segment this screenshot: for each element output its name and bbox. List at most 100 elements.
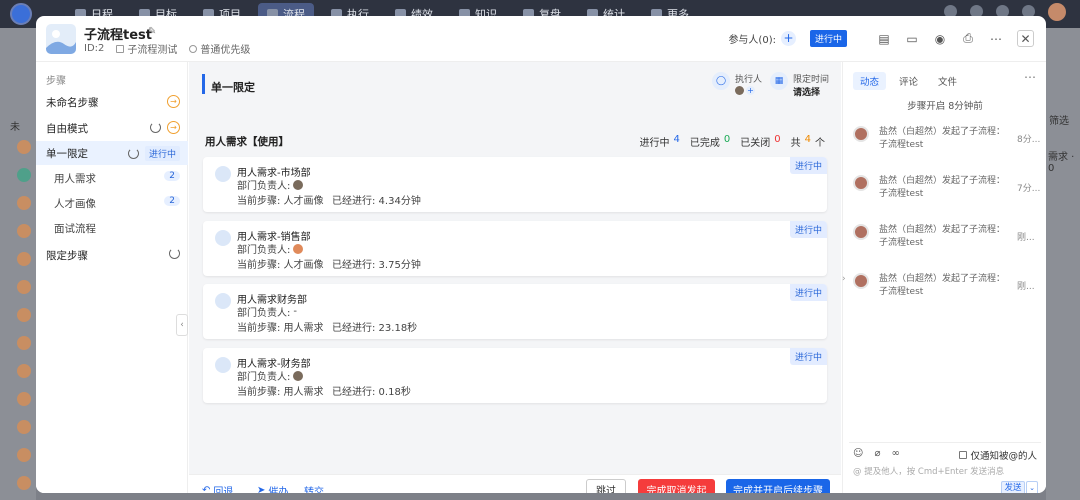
- subprocess-status-badge: 进行中: [789, 221, 827, 238]
- activity-item: 盐然（白超然）发起了子流程：子流程test 刚...: [853, 224, 1043, 254]
- deadline-selector[interactable]: ▦ 限定时间 请选择: [770, 72, 829, 98]
- step-count: 2: [164, 196, 180, 206]
- process-avatar: [46, 24, 76, 54]
- background-filter-label: 筛选: [1049, 116, 1069, 127]
- process-detail-modal: 子流程test ✎ ID:2 子流程测试 普通优先级 参与人(0): + 进行中…: [36, 16, 1046, 493]
- complete-and-start-next-button[interactable]: 完成并开启后续步骤: [726, 479, 830, 493]
- owner-avatar: [293, 243, 304, 254]
- background-avatar: [17, 196, 31, 210]
- step-item-interview[interactable]: 面试流程: [36, 216, 188, 240]
- checkbox[interactable]: [959, 451, 968, 459]
- step-opened-note: 步骤开启 8分钟前: [907, 101, 983, 112]
- activity-text: 盐然（白超然）发起了子流程：子流程test: [879, 225, 1006, 248]
- print-icon[interactable]: ⎙: [961, 31, 975, 46]
- subprocess-status-badge: 进行中: [789, 348, 827, 365]
- subprocess-elapsed: 已经进行: 4.34分钟: [332, 196, 421, 207]
- step-item-hiring-demand[interactable]: 用人需求 2: [36, 166, 188, 190]
- tab-activity[interactable]: 动态: [853, 72, 887, 90]
- user-icon[interactable]: ◉: [933, 32, 947, 46]
- participants-label: 参与人(0):: [728, 35, 776, 46]
- cycle-icon: [127, 148, 139, 159]
- owner-avatar: [293, 370, 304, 381]
- tab-files[interactable]: 文件: [931, 72, 964, 90]
- stage-accent-bar: [202, 74, 205, 94]
- chevron-down-icon[interactable]: ⌄: [1026, 481, 1038, 493]
- stat-label: 已关闭: [740, 138, 771, 149]
- activity-item: 盐然（白超然）发起了子流程：子流程test 8分...: [853, 126, 1043, 156]
- tab-comments[interactable]: 评论: [892, 72, 925, 90]
- add-executor-icon[interactable]: +: [746, 86, 755, 95]
- user-avatar: [853, 273, 869, 289]
- stat-total: 4: [804, 134, 811, 145]
- stat-label: 进行中: [639, 138, 670, 149]
- rollback-button[interactable]: ↶ 回退: [202, 483, 233, 493]
- activity-item: 盐然（白超然）发起了子流程：子流程test 刚...: [853, 273, 1043, 303]
- process-meta: ID:2 子流程测试 普通优先级: [84, 41, 250, 56]
- activity-tabs: 动态 评论 文件: [853, 72, 964, 90]
- arrow-right-icon: →: [167, 121, 180, 134]
- stat-label: 共: [790, 138, 801, 149]
- step-item-talent-profile[interactable]: 人才画像 2: [36, 191, 188, 215]
- priority-icon: [189, 44, 198, 53]
- background-label: 未: [10, 122, 20, 133]
- user-avatar[interactable]: [1048, 3, 1066, 21]
- background-avatar: [17, 224, 31, 238]
- expand-arrow-icon[interactable]: ›: [842, 274, 846, 284]
- subprocess-card[interactable]: 用人需求-财务部 部门负责人: 当前步骤: 用人需求 已经进行: 0.18秒 进…: [203, 348, 827, 403]
- step-item-single-limited[interactable]: 单一限定 进行中: [36, 141, 188, 165]
- background-avatar: [17, 280, 31, 294]
- edit-pencil-icon[interactable]: ✎: [148, 26, 156, 37]
- deadline-label: 限定时间: [793, 75, 830, 85]
- send-icon: ➤: [257, 485, 266, 493]
- background-avatar: [17, 252, 31, 266]
- transfer-button[interactable]: 转交: [304, 483, 324, 493]
- step-item-free-mode[interactable]: 自由模式 →: [36, 116, 188, 140]
- subprocess-owner: 部门负责人:: [237, 368, 304, 383]
- app-logo: [10, 3, 32, 25]
- modal-header: 子流程test ✎ ID:2 子流程测试 普通优先级 参与人(0): + 进行中…: [36, 16, 1046, 62]
- subprocess-stats: 进行中 4 已完成 0 已关闭 0 共4个: [640, 134, 826, 149]
- activity-item: 盐然（白超然）发起了子流程：子流程test 7分...: [853, 175, 1043, 205]
- step-item-limited-step[interactable]: 限定步骤: [36, 243, 188, 267]
- background-avatar: [17, 392, 31, 406]
- subprocess-current-step: 当前步骤: 人才画像: [237, 196, 324, 207]
- activity-time: 刚...: [1017, 233, 1035, 243]
- background-avatar: [17, 336, 31, 350]
- subprocess-card[interactable]: 用人需求-销售部 部门负责人: 当前步骤: 人才画像 已经进行: 3.75分钟 …: [203, 221, 827, 276]
- activity-text: 盐然（白超然）发起了子流程：子流程test: [879, 176, 1006, 199]
- more-icon[interactable]: ⋯: [1024, 70, 1036, 84]
- attachment-icon[interactable]: ⌀: [874, 448, 880, 459]
- subprocess-owner: 部门负责人:: [237, 241, 304, 256]
- document-icon[interactable]: ▤: [877, 32, 891, 46]
- steps-title: 步骤: [46, 76, 66, 87]
- background-sidebar: 未: [0, 28, 36, 500]
- executor-selector[interactable]: ◯ 执行人 +: [712, 72, 762, 95]
- stage-footer: ↶ 回退 ➤ 催办 转交 跳过 完成取消发起 完成并开启后续步骤: [189, 474, 841, 493]
- link-icon[interactable]: ∞: [891, 448, 899, 459]
- subprocess-card[interactable]: 用人需求财务部 部门负责人: - 当前步骤: 用人需求 已经进行: 23.18秒 …: [203, 284, 827, 339]
- background-count-label: 需求 · 0: [1048, 152, 1075, 174]
- step-item-unnamed[interactable]: 未命名步骤 →: [36, 90, 188, 114]
- activity-panel: 动态 评论 文件 ⋯ 步骤开启 8分钟前 › 盐然（白超然）发起了子流程：子流程…: [842, 62, 1046, 493]
- emoji-icon[interactable]: ☺: [853, 448, 863, 459]
- subprocess-card[interactable]: 用人需求-市场部 部门负责人: 当前步骤: 人才画像 已经进行: 4.34分钟 …: [203, 157, 827, 212]
- close-icon[interactable]: ✕: [1017, 30, 1034, 47]
- send-button[interactable]: 发送: [1001, 481, 1025, 493]
- notify-mentioned-only-checkbox[interactable]: 仅通知被@的人: [959, 448, 1037, 462]
- more-icon[interactable]: ⋯: [989, 32, 1003, 46]
- process-priority[interactable]: 普通优先级: [189, 41, 250, 56]
- stat-closed: 0: [774, 134, 781, 145]
- folder-icon[interactable]: ▭: [905, 32, 919, 46]
- add-participant-button[interactable]: +: [780, 31, 796, 46]
- subprocess-avatar: [215, 230, 231, 246]
- skip-button[interactable]: 跳过: [586, 479, 626, 493]
- subprocess-current-step: 当前步骤: 用人需求: [237, 323, 324, 334]
- comment-input[interactable]: @ 提及他人，按 Cmd+Enter 发送消息: [853, 465, 1004, 477]
- urge-button[interactable]: ➤ 催办: [257, 483, 288, 493]
- subprocess-avatar: [215, 166, 231, 182]
- stage-header: 单一限定 ◯ 执行人 + ▦ 限定时间 请选择: [202, 72, 829, 104]
- owner-avatar: [293, 179, 304, 190]
- collapse-panel-button[interactable]: ‹: [176, 314, 188, 336]
- step-count: 2: [164, 171, 180, 181]
- cancel-initiate-button[interactable]: 完成取消发起: [638, 479, 715, 493]
